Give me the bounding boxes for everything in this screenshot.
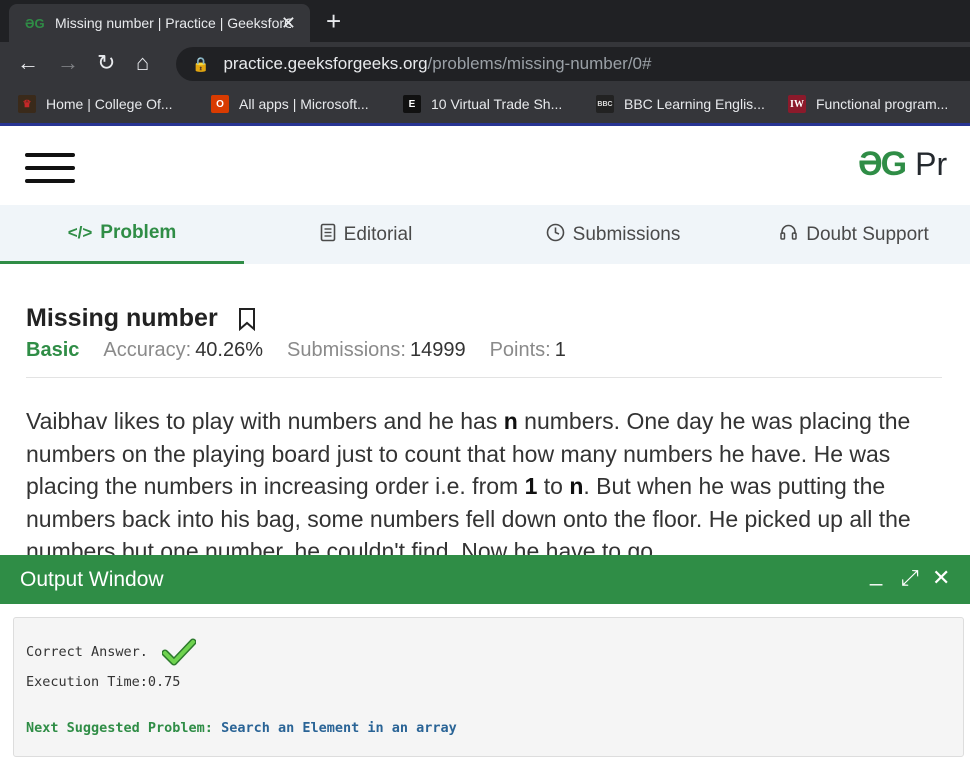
site-header: ƏG Pr bbox=[0, 129, 970, 205]
bbc-icon: BBC bbox=[596, 95, 614, 113]
points-label: Points: bbox=[489, 339, 551, 361]
gfg-favicon-icon: ƏG bbox=[25, 15, 45, 31]
tab-title: Missing number | Practice | GeeksforGeek… bbox=[55, 15, 291, 31]
tab-problem[interactable]: </> Problem bbox=[0, 205, 244, 264]
bookmarks-bar: ♛ Home | College Of... O All apps | Micr… bbox=[0, 86, 970, 126]
minimize-icon[interactable]: _ bbox=[870, 563, 882, 585]
problem-meta: Basic Accuracy: 40.26% Submissions: 1499… bbox=[26, 339, 590, 362]
office-icon: O bbox=[211, 95, 229, 113]
forward-arrow-icon[interactable]: → bbox=[57, 51, 79, 75]
next-problem-link[interactable]: Search an Element in an array bbox=[221, 720, 457, 736]
checkmark-icon bbox=[162, 638, 197, 666]
execution-time: Execution Time:0.75 bbox=[26, 674, 181, 690]
trade-show-icon: E bbox=[403, 95, 421, 113]
submissions-label: Submissions: bbox=[287, 339, 406, 361]
url-host: practice.geeksforgeeks.org bbox=[223, 54, 428, 73]
next-suggested-problem: Next Suggested Problem: Search an Elemen… bbox=[26, 720, 457, 736]
bookmark-item[interactable]: O All apps | Microsoft... bbox=[211, 95, 369, 113]
accuracy-value: 40.26% bbox=[195, 339, 264, 361]
result-text: Correct Answer. bbox=[26, 644, 148, 660]
gfg-logo-mark: ƏG bbox=[858, 145, 907, 183]
problem-title-row: Missing number bbox=[26, 304, 256, 333]
lock-icon: 🔒 bbox=[192, 55, 210, 72]
output-window-title: Output Window bbox=[20, 568, 164, 591]
code-icon: </> bbox=[67, 223, 93, 242]
browser-toolbar: ← → ↻ ⌂ 🔒 practice.geeksforgeeks.org/pro… bbox=[0, 42, 970, 86]
problem-statement: Vaibhav likes to play with numbers and h… bbox=[26, 408, 911, 564]
browser-tab[interactable]: ƏG Missing number | Practice | GeeksforG… bbox=[9, 4, 310, 42]
address-bar[interactable]: 🔒 practice.geeksforgeeks.org/problems/mi… bbox=[176, 47, 970, 81]
bookmark-item[interactable]: ♛ Home | College Of... bbox=[18, 95, 173, 113]
tab-doubt-support[interactable]: Doubt Support bbox=[738, 205, 970, 264]
output-window: Output Window _ ⤢ ✕ Correct Answer. Exec… bbox=[0, 555, 970, 757]
divider bbox=[26, 377, 942, 378]
college-crest-icon: ♛ bbox=[18, 95, 36, 113]
iw-icon: IW bbox=[788, 95, 806, 113]
new-tab-button[interactable]: + bbox=[326, 6, 341, 37]
maximize-icon[interactable]: ⤢ bbox=[901, 567, 919, 589]
bookmark-item[interactable]: E 10 Virtual Trade Sh... bbox=[403, 95, 562, 113]
accuracy-label: Accuracy: bbox=[103, 339, 192, 361]
bookmark-icon[interactable] bbox=[238, 307, 256, 331]
gfg-logo-text: Pr bbox=[915, 146, 948, 182]
back-arrow-icon[interactable]: ← bbox=[17, 51, 39, 75]
tab-editorial[interactable]: Editorial bbox=[244, 205, 488, 264]
output-window-header: Output Window _ ⤢ ✕ bbox=[0, 555, 970, 604]
points-value: 1 bbox=[554, 339, 566, 361]
document-icon bbox=[320, 223, 336, 247]
reload-icon[interactable]: ↻ bbox=[97, 51, 115, 75]
home-icon[interactable]: ⌂ bbox=[136, 51, 149, 75]
clock-icon bbox=[546, 223, 565, 247]
tab-submissions[interactable]: Submissions bbox=[488, 205, 738, 264]
headset-icon bbox=[779, 223, 798, 247]
next-problem-label: Next Suggested Problem: bbox=[26, 720, 213, 736]
result-line: Correct Answer. bbox=[26, 638, 197, 666]
page-title: Missing number bbox=[26, 304, 218, 332]
tab-close-icon[interactable]: ✕ bbox=[281, 13, 296, 34]
problem-tabs: </> Problem Editorial Submissions Doubt … bbox=[0, 205, 970, 264]
output-console: Correct Answer. Execution Time:0.75 Next… bbox=[13, 617, 964, 757]
bookmark-item[interactable]: IW Functional program... bbox=[788, 95, 948, 113]
bookmark-item[interactable]: BBC BBC Learning Englis... bbox=[596, 95, 765, 113]
hamburger-menu-icon[interactable] bbox=[25, 153, 75, 185]
difficulty-badge: Basic bbox=[26, 339, 80, 361]
url-path: /problems/missing-number/0# bbox=[427, 54, 652, 73]
close-icon[interactable]: ✕ bbox=[932, 567, 950, 589]
gfg-logo[interactable]: ƏG Pr bbox=[858, 145, 947, 184]
browser-tab-bar: ƏG Missing number | Practice | GeeksforG… bbox=[0, 0, 970, 42]
submissions-value: 14999 bbox=[409, 339, 466, 361]
